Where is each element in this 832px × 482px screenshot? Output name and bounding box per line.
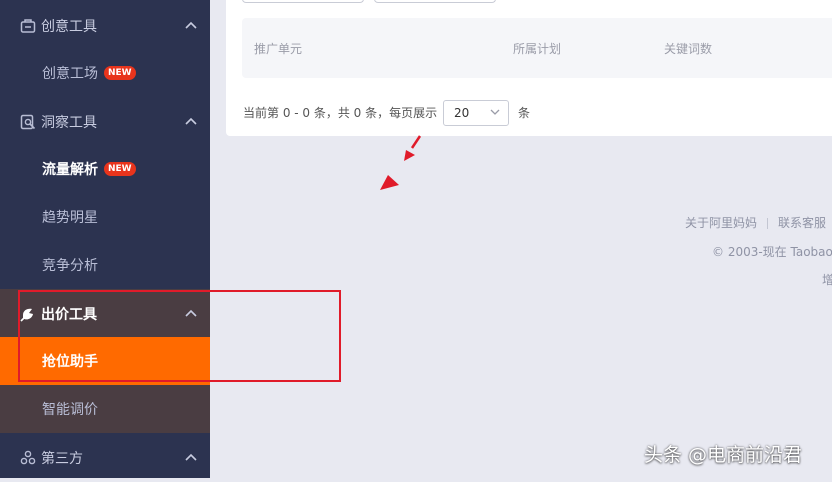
footer-copyright: © 2003-现在 Taobao.c xyxy=(712,245,832,259)
sidebar-group-third-party[interactable]: 第三方 xyxy=(0,434,210,482)
footer-links: 关于阿里妈妈 联系客服 xyxy=(685,214,826,231)
watermark: 头条 @电商前沿君 xyxy=(644,444,803,466)
new-badge: NEW xyxy=(104,66,136,80)
red-highlight-box xyxy=(18,290,341,382)
sidebar-group-label: 第三方 xyxy=(41,451,83,467)
sidebar-item-creative-workshop[interactable]: 创意工场 NEW xyxy=(0,49,210,97)
chevron-up-icon[interactable] xyxy=(184,452,198,462)
column-header-keyword-count: 关键词数 xyxy=(664,42,713,56)
creative-tool-icon xyxy=(20,19,36,33)
column-header-plan: 所属计划 xyxy=(513,42,562,56)
footer-link-about[interactable]: 关于阿里妈妈 xyxy=(685,216,757,230)
sidebar-group-label: 创意工具 xyxy=(41,19,97,35)
chevron-down-icon xyxy=(490,109,500,115)
toolbar-button[interactable] xyxy=(242,0,364,3)
footer-link-contact[interactable]: 联系客服 xyxy=(778,216,826,230)
sidebar-item-label: 创意工场 xyxy=(42,66,98,82)
pagination-summary: 当前第 0 - 0 条，共 0 条，每页展示 xyxy=(243,106,438,120)
sidebar-item-label: 流量解析 xyxy=(42,162,98,178)
new-badge: NEW xyxy=(104,162,136,176)
third-party-icon xyxy=(20,450,36,465)
sidebar-item-trend-stars[interactable]: 趋势明星 xyxy=(0,193,210,241)
sidebar-item-smart-bid[interactable]: 智能调价 xyxy=(0,385,210,433)
column-header-unit: 推广单元 xyxy=(254,42,303,56)
chevron-up-icon[interactable] xyxy=(184,116,198,126)
sidebar-item-label: 趋势明星 xyxy=(42,210,98,226)
footer-extra-text: 增 xyxy=(822,273,832,287)
page-size-select[interactable]: 20 xyxy=(443,100,509,126)
footer-divider xyxy=(767,218,769,229)
toolbar-button[interactable] xyxy=(374,0,496,3)
sidebar-item-competition-analysis[interactable]: 竞争分析 xyxy=(0,241,210,289)
sidebar-group-label: 洞察工具 xyxy=(41,115,97,131)
insight-tool-icon xyxy=(20,114,36,130)
sidebar-item-label: 竞争分析 xyxy=(42,258,98,274)
pagination-unit: 条 xyxy=(518,106,531,120)
sidebar-group-creative-tools[interactable]: 创意工具 xyxy=(0,2,210,50)
red-arrow-icon xyxy=(380,135,422,190)
chevron-up-icon[interactable] xyxy=(184,20,198,30)
sidebar-item-label: 智能调价 xyxy=(42,402,98,418)
page-size-value: 20 xyxy=(454,106,470,120)
sidebar-item-traffic-analysis[interactable]: 流量解析 NEW xyxy=(0,145,210,193)
sidebar-group-insight-tools[interactable]: 洞察工具 xyxy=(0,98,210,146)
sidebar: 创意工具 创意工场 NEW 洞察工具 流量解析 NEW 趋势明星 竞争分析 出价… xyxy=(0,0,210,478)
